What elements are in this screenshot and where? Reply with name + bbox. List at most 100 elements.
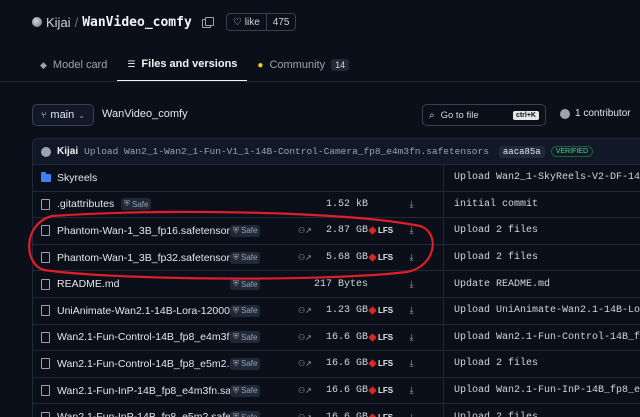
file-icon [41,331,50,343]
folder-icon [41,171,51,182]
file-commit-message[interactable]: initial commit [454,199,538,210]
owner-avatar[interactable] [32,17,42,27]
download-icon[interactable]: ⤓ [405,331,418,344]
safe-badge[interactable]: ⛨Safe [230,384,261,397]
breadcrumb[interactable]: WanVideo_comfy [102,108,188,120]
file-name[interactable]: Wan2.1-Fun-InP-14B_fp8_e5m2.safeten... [57,411,237,417]
contributor-avatar [560,108,570,119]
go-to-file-button[interactable]: ⌕ Go to file ctrl+K [422,104,546,126]
shield-icon: ⛨ [233,225,239,235]
scan-link-icon[interactable]: ⚇↗ [298,253,312,262]
file-commit-message[interactable]: Upload Wan2.1-Fun-InP-14B_fp8_e4m3fn [454,385,640,396]
commit-author[interactable]: Kijai [57,146,78,157]
file-row[interactable]: Phantom-Wan-1_3B_fp16.safetensors ⛨ Safe ⚇↗… [33,218,640,245]
tab-label: Model card [52,59,108,71]
file-name[interactable]: .gitattributes [57,198,114,210]
file-commit-message[interactable]: Upload 2 files [454,225,538,236]
lfs-label: LFS [378,386,394,396]
shortcut-badge: ctrl+K [512,110,539,120]
column-divider [443,218,444,244]
file-name[interactable]: UniAnimate-Wan2.1-14B-Lora-12000-fp... [57,305,237,317]
safe-badge[interactable]: ⛨Safe [230,331,261,344]
file-size: 16.6 GB [326,412,368,417]
repo-name[interactable]: WanVideo_comfy [82,15,192,30]
file-commit-message[interactable]: Upload 2 files [454,252,538,263]
file-name[interactable]: Wan2.1-Fun-Control-14B_fp8_e5m2.saf... [57,358,237,370]
lfs-label: LFS [378,226,394,236]
lfs-cube-icon [368,359,377,369]
scan-link-icon[interactable]: ⚇↗ [298,413,312,417]
safe-badge[interactable]: ⛨Safe [230,278,261,291]
branch-selector[interactable]: ⑂ main ⌄ [32,104,94,126]
lfs-cube-icon [368,412,377,417]
file-row[interactable]: Wan2.1-Fun-InP-14B_fp8_e4m3fn.safet... ⛨ S… [33,377,640,405]
safe-badge[interactable]: ⛨Safe [230,251,261,264]
download-icon[interactable]: ⤓ [405,198,418,211]
file-size: 5.68 GB [325,252,368,264]
file-row[interactable]: .gitattributes ⛨ Safe 1.52 kB ⤓ initial commi… [33,191,640,219]
file-commit-message[interactable]: Upload 2 files [454,412,538,417]
lfs-label: LFS [378,253,394,263]
copy-icon[interactable] [201,17,214,28]
like-count: 475 [265,14,296,30]
file-commit-message[interactable]: Upload Wan2_1-SkyReels-V2-DF-14B-7 [454,172,640,183]
file-list: Skyreels Upload Wan2_1-SkyReels-V2-DF-14B… [33,165,640,417]
file-row[interactable]: Wan2.1-Fun-Control-14B_fp8_e4m3fn.s... ⛨ S… [33,324,640,352]
safe-badge[interactable]: ⛨Safe [230,357,261,370]
file-commit-message[interactable]: Upload 2 files [454,358,538,369]
tab-files-and-versions[interactable]: ☰ Files and versions [117,48,248,82]
download-icon[interactable]: ⤓ [405,251,418,264]
download-icon[interactable]: ⤓ [405,304,418,317]
download-icon[interactable]: ⤓ [405,411,418,417]
scan-link-icon[interactable]: ⚇↗ [298,359,312,368]
file-name[interactable]: Phantom-Wan-1_3B_fp32.safetensors [57,252,235,264]
repo-tabs: ◆ Model card ☰ Files and versions ● Comm… [30,48,359,82]
file-row[interactable]: README.md ⛨ Safe 217 Bytes ⤓ Update README.md [33,271,640,298]
column-divider [443,404,444,417]
file-row[interactable]: Wan2.1-Fun-InP-14B_fp8_e5m2.safeten...⛨S… [33,404,640,417]
commit-hash[interactable]: aaca85a [498,145,545,158]
column-divider [443,165,444,191]
safe-badge[interactable]: ⛨Safe [230,411,261,417]
last-commit-row: Kijai Upload Wan2_1-Wan2_1-Fun-V1_1-14B-… [33,139,640,165]
safe-badge[interactable]: ⛨Safe [121,198,152,211]
contributors-link[interactable]: 1 contributor [560,108,631,119]
file-row[interactable]: Wan2.1-Fun-Control-14B_fp8_e5m2.saf... ⛨ S… [33,351,640,378]
safe-badge[interactable]: ⛨Safe [230,304,261,317]
download-icon[interactable]: ⤓ [405,224,418,237]
lfs-cube-icon [368,333,377,342]
file-name[interactable]: Wan2.1-Fun-Control-14B_fp8_e4m3fn.s... [57,331,237,343]
scan-link-icon[interactable]: ⚇↗ [298,386,312,395]
file-row[interactable]: UniAnimate-Wan2.1-14B-Lora-12000-fp... ⛨ S… [33,297,640,325]
file-name[interactable]: Phantom-Wan-1_3B_fp16.safetensors [57,225,235,237]
tab-model-card[interactable]: ◆ Model card [30,48,117,82]
shield-icon: ⛨ [233,252,239,262]
safe-badge[interactable]: ⛨Safe [230,224,261,237]
like-button[interactable]: ♡ like 475 [225,13,297,31]
file-name[interactable]: Wan2.1-Fun-InP-14B_fp8_e4m3fn.safet... [57,385,237,397]
file-name[interactable]: README.md [57,278,119,290]
file-name[interactable]: Skyreels [57,172,97,184]
download-icon[interactable]: ⤓ [405,357,418,370]
file-commit-message[interactable]: Upload Wan2.1-Fun-Control-14B_fp8_e4 [454,332,640,343]
shield-icon: ⛨ [233,305,239,315]
repo-owner[interactable]: Kijai [46,15,71,30]
tab-label: Files and versions [141,58,238,70]
file-row[interactable]: Skyreels Upload Wan2_1-SkyReels-V2-DF-14B… [33,165,640,192]
commit-message[interactable]: Upload Wan2_1-Wan2_1-Fun-V1_1-14B-Contro… [84,146,489,157]
scan-link-icon[interactable]: ⚇↗ [298,226,312,235]
safe-label: Safe [132,199,149,209]
file-commit-message[interactable]: Upload UniAnimate-Wan2.1-14B-Lora-1 [454,305,640,316]
scan-link-icon[interactable]: ⚇↗ [298,333,312,342]
safe-label: Safe [241,306,258,316]
download-icon[interactable]: ⤓ [405,384,418,397]
repo-header: Kijai / WanVideo_comfy ♡ like 475 [32,12,297,32]
file-row[interactable]: Phantom-Wan-1_3B_fp32.safetensors ⛨ Safe ⚇↗… [33,244,640,272]
column-divider [443,191,444,218]
download-icon[interactable]: ⤓ [405,278,418,291]
safe-label: Safe [241,413,257,417]
file-commit-message[interactable]: Update README.md [454,279,550,290]
scan-link-icon[interactable]: ⚇↗ [298,306,312,315]
safe-label: Safe [241,226,258,236]
tab-community[interactable]: ● Community 14 [247,48,359,82]
